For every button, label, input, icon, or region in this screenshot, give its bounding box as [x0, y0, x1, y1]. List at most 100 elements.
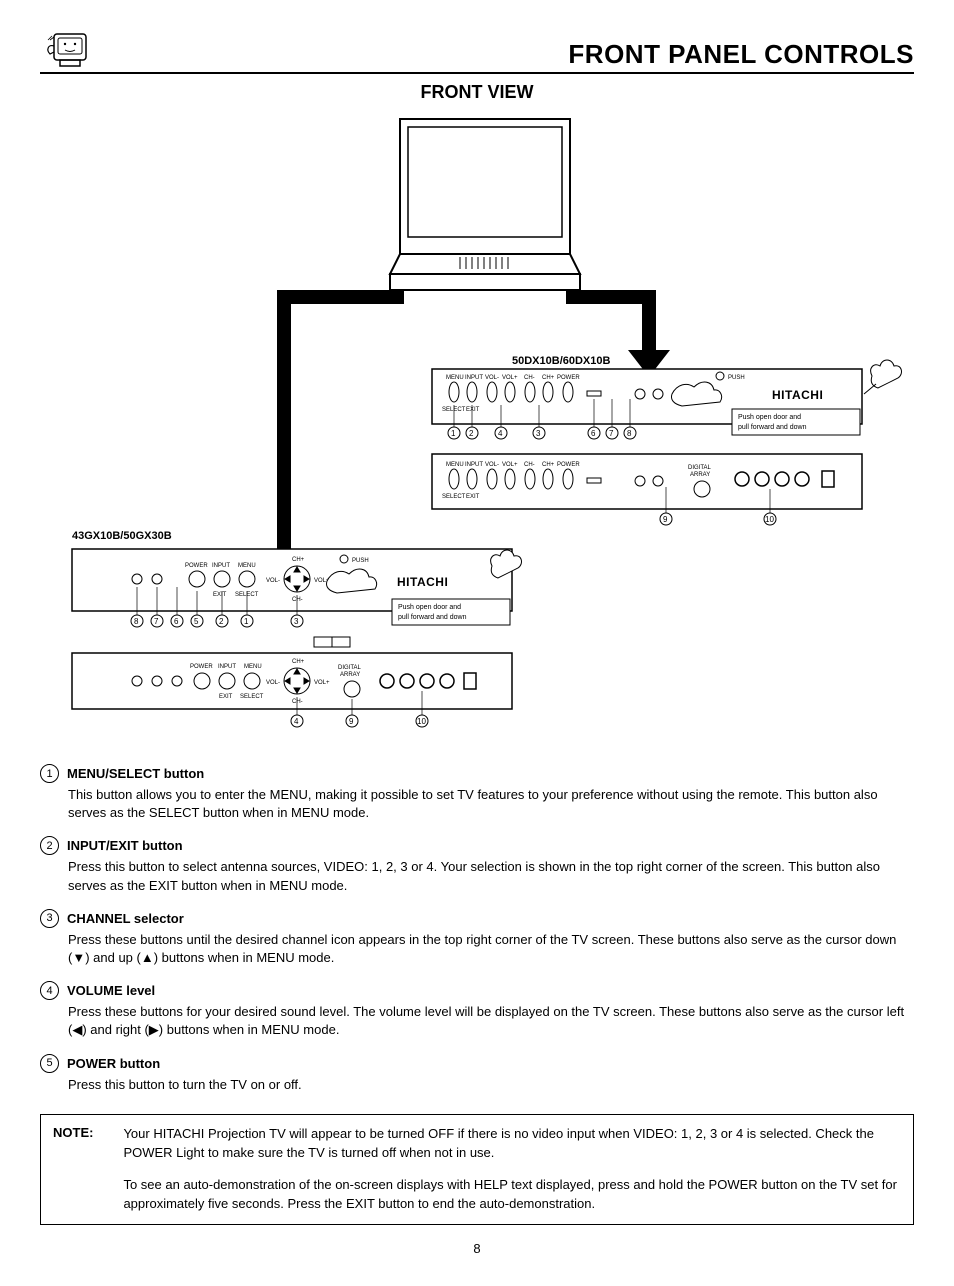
svg-text:pull forward and down: pull forward and down — [738, 424, 807, 431]
svg-text:EXIT: EXIT — [213, 592, 227, 598]
svg-text:CH+: CH+ — [542, 375, 555, 381]
svg-text:ARRAY: ARRAY — [340, 672, 360, 678]
item-title: INPUT/EXIT button — [67, 838, 183, 853]
svg-text:EXIT: EXIT — [466, 407, 480, 413]
svg-text:10: 10 — [765, 515, 774, 524]
svg-text:SELECT: SELECT — [442, 494, 466, 500]
svg-text:3: 3 — [536, 429, 541, 438]
svg-text:POWER: POWER — [190, 664, 213, 670]
svg-text:9: 9 — [349, 717, 354, 726]
front-view-heading: FRONT VIEW — [40, 82, 914, 103]
svg-text:4: 4 — [294, 717, 299, 726]
svg-text:CH-: CH- — [524, 375, 535, 381]
svg-text:1: 1 — [244, 617, 249, 626]
note-box: NOTE: Your HITACHI Projection TV will ap… — [40, 1114, 914, 1225]
item-body: Press these buttons until the desired ch… — [68, 931, 914, 967]
item-number: 5 — [40, 1054, 59, 1073]
svg-text:2: 2 — [219, 617, 224, 626]
svg-text:SELECT: SELECT — [240, 694, 264, 700]
item-body: Press this button to turn the TV on or o… — [68, 1076, 914, 1094]
svg-text:EXIT: EXIT — [219, 694, 233, 700]
svg-text:PUSH: PUSH — [352, 558, 369, 564]
model-label-1: 50DX10B/60DX10B — [512, 355, 611, 367]
svg-text:8: 8 — [627, 429, 632, 438]
panel-dx-closed: MENU INPUT VOL- VOL+ CH- CH+ POWER SELEC… — [432, 369, 862, 439]
svg-text:4: 4 — [498, 429, 503, 438]
svg-text:Push open door and: Push open door and — [398, 604, 461, 611]
front-panel-diagram: 50DX10B/60DX10B MENU INPUT VOL- VOL+ CH-… — [52, 109, 902, 752]
tv-illustration — [390, 119, 580, 290]
svg-text:VOL-: VOL- — [266, 578, 280, 584]
panel-gx-closed: POWER INPUT MENU EXIT SELECT CH+ CH- VOL… — [72, 549, 512, 627]
svg-text:EXIT: EXIT — [466, 494, 480, 500]
svg-text:VOL-: VOL- — [266, 680, 280, 686]
item-title: CHANNEL selector — [67, 911, 184, 926]
svg-text:10: 10 — [417, 717, 426, 726]
controls-list: 1 MENU/SELECT button This button allows … — [40, 764, 914, 1094]
svg-text:3: 3 — [294, 617, 299, 626]
note-label: NOTE: — [53, 1125, 93, 1214]
item-title: MENU/SELECT button — [67, 766, 204, 781]
svg-text:CH+: CH+ — [542, 462, 555, 468]
item-power-button: 5 POWER button Press this button to turn… — [40, 1054, 914, 1094]
item-title: VOLUME level — [67, 983, 155, 998]
panel-gx-open: POWER INPUT MENU EXIT SELECT CH+ CH- VOL… — [72, 653, 512, 727]
svg-text:POWER: POWER — [185, 563, 208, 569]
svg-text:8: 8 — [134, 617, 139, 626]
item-number: 1 — [40, 764, 59, 783]
hand-icon-2 — [864, 360, 901, 394]
svg-text:7: 7 — [154, 617, 159, 626]
svg-text:HITACHI: HITACHI — [397, 575, 448, 589]
item-menu-select: 1 MENU/SELECT button This button allows … — [40, 764, 914, 822]
page-header: FRONT PANEL CONTROLS — [40, 30, 914, 74]
svg-text:VOL+: VOL+ — [314, 680, 330, 686]
item-volume-level: 4 VOLUME level Press these buttons for y… — [40, 981, 914, 1039]
svg-text:INPUT: INPUT — [465, 462, 483, 468]
item-body: Press this button to select antenna sour… — [68, 858, 914, 894]
svg-text:POWER: POWER — [557, 375, 580, 381]
svg-text:9: 9 — [663, 515, 668, 524]
svg-text:CH-: CH- — [524, 462, 535, 468]
svg-text:Push open door and: Push open door and — [738, 414, 801, 421]
svg-text:2: 2 — [469, 429, 474, 438]
note-paragraph-2: To see an auto-demonstration of the on-s… — [123, 1176, 901, 1214]
item-title: POWER button — [67, 1056, 160, 1071]
svg-text:pull forward and down: pull forward and down — [398, 614, 467, 621]
svg-text:INPUT: INPUT — [218, 664, 236, 670]
item-number: 3 — [40, 909, 59, 928]
item-body: This button allows you to enter the MENU… — [68, 786, 914, 822]
svg-text:5: 5 — [194, 617, 199, 626]
item-number: 2 — [40, 836, 59, 855]
svg-text:6: 6 — [174, 617, 179, 626]
svg-text:MENU: MENU — [446, 462, 464, 468]
item-number: 4 — [40, 981, 59, 1000]
panel-dx-open: MENU INPUT VOL- VOL+ CH- CH+ POWER SELEC… — [432, 454, 862, 525]
brand-label: HITACHI — [772, 388, 823, 402]
svg-text:DIGITAL: DIGITAL — [338, 665, 362, 671]
svg-text:VOL-: VOL- — [485, 462, 499, 468]
item-input-exit: 2 INPUT/EXIT button Press this button to… — [40, 836, 914, 894]
svg-text:VOL+: VOL+ — [502, 375, 518, 381]
svg-text:INPUT: INPUT — [465, 375, 483, 381]
svg-text:MENU: MENU — [238, 563, 256, 569]
svg-text:VOL-: VOL- — [485, 375, 499, 381]
svg-text:PUSH: PUSH — [728, 375, 745, 381]
page-number: 8 — [40, 1241, 914, 1256]
svg-text:INPUT: INPUT — [212, 563, 230, 569]
item-body: Press these buttons for your desired sou… — [68, 1003, 914, 1039]
svg-text:1: 1 — [451, 429, 456, 438]
note-paragraph-1: Your HITACHI Projection TV will appear t… — [123, 1125, 901, 1163]
svg-text:6: 6 — [591, 429, 596, 438]
svg-text:MENU: MENU — [244, 664, 262, 670]
svg-text:CH+: CH+ — [292, 557, 305, 563]
svg-text:7: 7 — [609, 429, 614, 438]
svg-text:CH+: CH+ — [292, 659, 305, 665]
svg-text:VOL+: VOL+ — [502, 462, 518, 468]
item-channel-selector: 3 CHANNEL selector Press these buttons u… — [40, 909, 914, 967]
svg-text:POWER: POWER — [557, 462, 580, 468]
model-label-2: 43GX10B/50GX30B — [72, 530, 172, 542]
svg-text:ARRAY: ARRAY — [690, 472, 710, 478]
page-title: FRONT PANEL CONTROLS — [568, 39, 914, 70]
svg-text:DIGITAL: DIGITAL — [688, 465, 712, 471]
tv-mascot-icon — [40, 30, 92, 70]
